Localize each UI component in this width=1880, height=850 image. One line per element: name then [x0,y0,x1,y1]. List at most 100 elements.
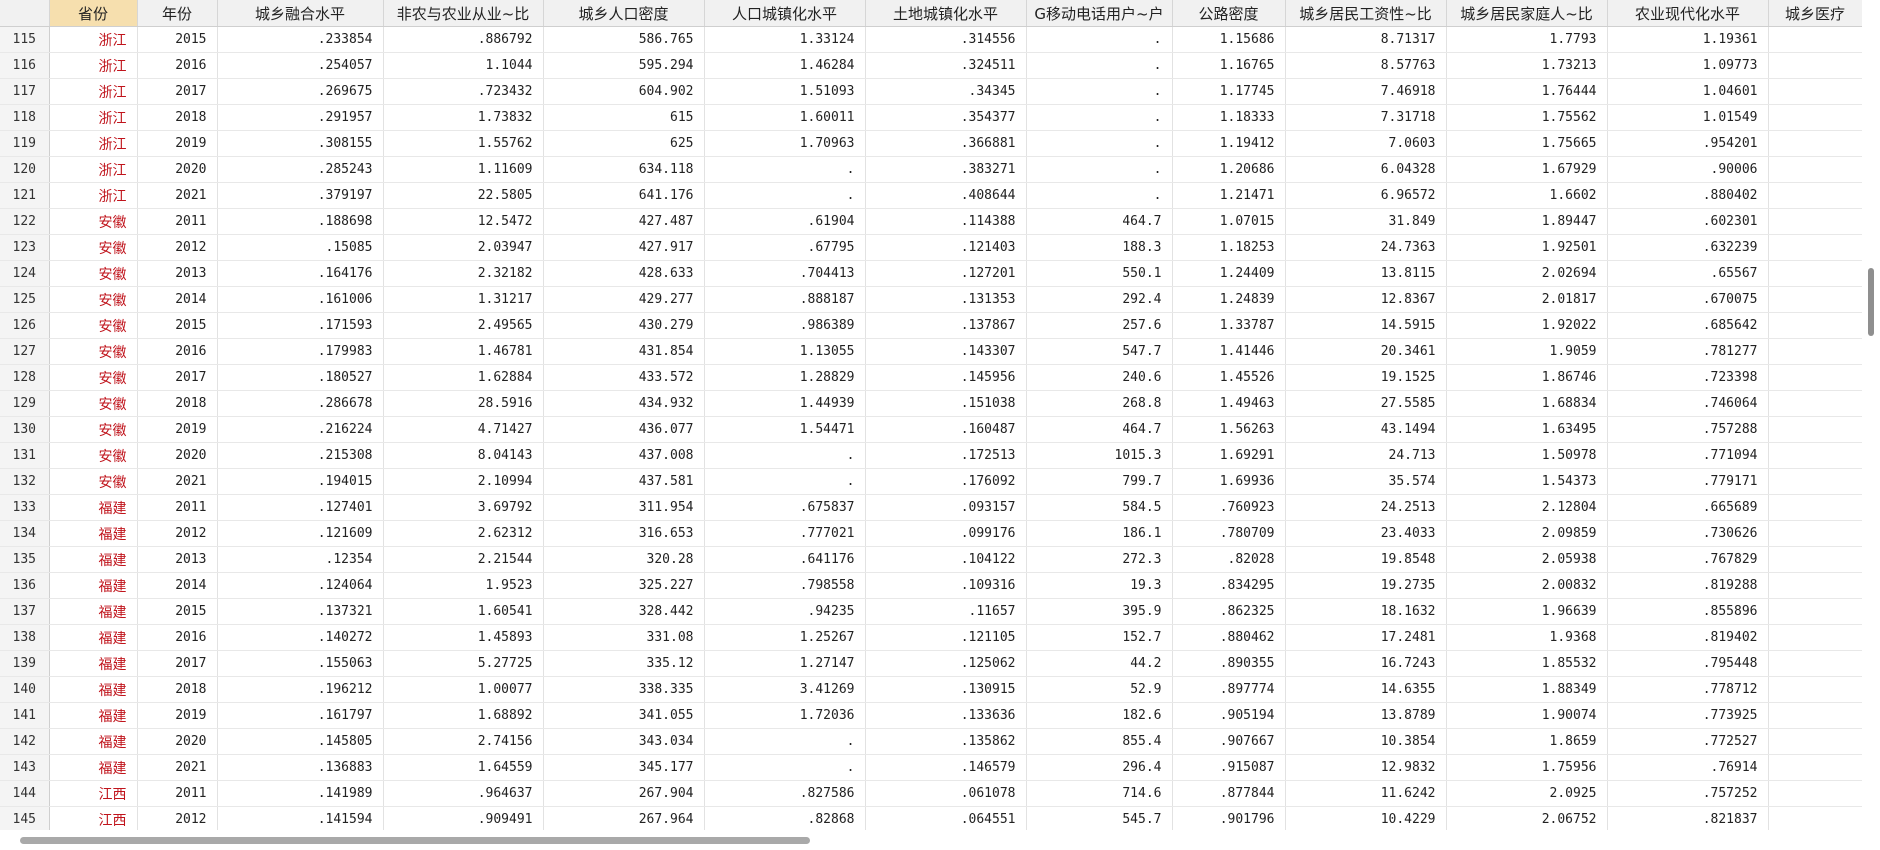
cell-integration[interactable]: .180527 [217,364,384,391]
cell-household_ratio[interactable]: 1.88349 [1446,676,1608,703]
cell-household_ratio[interactable]: 1.92022 [1446,312,1608,339]
cell-pop_urbanization[interactable]: .67795 [704,234,866,261]
table-row[interactable]: 125 安徽 2014.161006 1.31217 429.277.888187.13… [0,286,1862,313]
cell-pop_density[interactable]: 427.487 [543,208,705,235]
table-row[interactable]: 138 福建 2016.140272 1.45893 331.08 1.25267.121… [0,624,1862,651]
row-number[interactable]: 128 [0,364,50,391]
cell-household_ratio[interactable]: 2.06752 [1446,806,1608,830]
cell-pop_urbanization[interactable]: . [704,728,866,755]
cell-integration[interactable]: .161797 [217,702,384,729]
cell-pop_urbanization[interactable]: .94235 [704,598,866,625]
cell-nonfarm_ratio[interactable]: 1.46781 [383,338,544,365]
cell-agri_modernization[interactable]: .65567 [1607,260,1769,287]
cell-nonfarm_ratio[interactable]: 1.1044 [383,52,544,79]
cell-mobile_users[interactable]: 545.7 [1026,806,1173,830]
cell-integration[interactable]: .291957 [217,104,384,131]
cell-nonfarm_ratio[interactable]: 1.64559 [383,754,544,781]
cell-agri_modernization[interactable]: .819402 [1607,624,1769,651]
cell-mobile_users[interactable]: 855.4 [1026,728,1173,755]
cell-agri_modernization[interactable]: .757288 [1607,416,1769,443]
cell-road_density[interactable]: .890355 [1172,650,1286,677]
cell-road_density[interactable]: .82028 [1172,546,1286,573]
row-number[interactable]: 127 [0,338,50,365]
table-row[interactable]: 141 福建 2019.161797 1.68892 341.055 1.72036.13… [0,702,1862,729]
cell-land_urbanization[interactable]: .131353 [865,286,1027,313]
cell-road_density[interactable]: .880462 [1172,624,1286,651]
cell-nonfarm_ratio[interactable]: 1.00077 [383,676,544,703]
cell-pop_density[interactable]: 320.28 [543,546,705,573]
cell-medical[interactable] [1768,520,1862,547]
row-number[interactable]: 144 [0,780,50,807]
cell-province[interactable]: 浙江 [49,78,138,105]
cell-pop_urbanization[interactable]: 1.54471 [704,416,866,443]
cell-pop_urbanization[interactable]: .641176 [704,546,866,573]
cell-medical[interactable] [1768,624,1862,651]
cell-medical[interactable] [1768,260,1862,287]
cell-year[interactable]: 2011 [137,780,218,807]
cell-household_ratio[interactable]: 2.05938 [1446,546,1608,573]
cell-road_density[interactable]: .834295 [1172,572,1286,599]
table-row[interactable]: 130 安徽 2019.216224 4.71427 436.077 1.54471.16… [0,416,1862,443]
cell-province[interactable]: 安徽 [49,442,138,469]
cell-medical[interactable] [1768,208,1862,235]
cell-year[interactable]: 2012 [137,806,218,830]
cell-mobile_users[interactable]: 272.3 [1026,546,1173,573]
cell-integration[interactable]: .161006 [217,286,384,313]
cell-province[interactable]: 福建 [49,520,138,547]
row-number[interactable]: 126 [0,312,50,339]
cell-land_urbanization[interactable]: .064551 [865,806,1027,830]
column-header-medical[interactable]: 城乡医疗 [1768,0,1862,27]
cell-integration[interactable]: .15085 [217,234,384,261]
row-number[interactable]: 133 [0,494,50,521]
cell-pop_urbanization[interactable]: . [704,754,866,781]
cell-agri_modernization[interactable]: .670075 [1607,286,1769,313]
cell-year[interactable]: 2016 [137,624,218,651]
cell-province[interactable]: 福建 [49,546,138,573]
cell-medical[interactable] [1768,390,1862,417]
row-header-corner[interactable] [0,0,50,27]
cell-mobile_users[interactable]: 240.6 [1026,364,1173,391]
cell-road_density[interactable]: .907667 [1172,728,1286,755]
cell-agri_modernization[interactable]: .778712 [1607,676,1769,703]
cell-land_urbanization[interactable]: .099176 [865,520,1027,547]
cell-medical[interactable] [1768,676,1862,703]
cell-medical[interactable] [1768,442,1862,469]
cell-road_density[interactable]: 1.49463 [1172,390,1286,417]
cell-agri_modernization[interactable]: .771094 [1607,442,1769,469]
row-number[interactable]: 140 [0,676,50,703]
cell-road_density[interactable]: .760923 [1172,494,1286,521]
cell-road_density[interactable]: 1.20686 [1172,156,1286,183]
cell-wage_ratio[interactable]: 12.8367 [1285,286,1447,313]
table-row[interactable]: 135 福建 2013.12354 2.21544 320.28.641176.1041… [0,546,1862,573]
cell-road_density[interactable]: .877844 [1172,780,1286,807]
cell-integration[interactable]: .171593 [217,312,384,339]
cell-wage_ratio[interactable]: 19.2735 [1285,572,1447,599]
cell-medical[interactable] [1768,26,1862,53]
cell-nonfarm_ratio[interactable]: 1.62884 [383,364,544,391]
cell-province[interactable]: 安徽 [49,286,138,313]
cell-land_urbanization[interactable]: .104122 [865,546,1027,573]
cell-pop_density[interactable]: 345.177 [543,754,705,781]
cell-year[interactable]: 2020 [137,442,218,469]
row-number[interactable]: 135 [0,546,50,573]
cell-road_density[interactable]: 1.33787 [1172,312,1286,339]
cell-integration[interactable]: .196212 [217,676,384,703]
cell-land_urbanization[interactable]: .137867 [865,312,1027,339]
cell-nonfarm_ratio[interactable]: 5.27725 [383,650,544,677]
cell-medical[interactable] [1768,572,1862,599]
cell-land_urbanization[interactable]: .114388 [865,208,1027,235]
row-number[interactable]: 141 [0,702,50,729]
table-row[interactable]: 128 安徽 2017.180527 1.62884 433.572 1.28829.14… [0,364,1862,391]
column-header-integration[interactable]: 城乡融合水平 [217,0,384,27]
cell-province[interactable]: 浙江 [49,182,138,209]
horizontal-scrollbar[interactable] [0,830,1862,850]
cell-agri_modernization[interactable]: .76914 [1607,754,1769,781]
column-header-province[interactable]: 省份 [49,0,138,27]
cell-nonfarm_ratio[interactable]: 2.32182 [383,260,544,287]
cell-year[interactable]: 2015 [137,598,218,625]
cell-year[interactable]: 2018 [137,676,218,703]
cell-pop_density[interactable]: 328.442 [543,598,705,625]
cell-pop_density[interactable]: 428.633 [543,260,705,287]
cell-province[interactable]: 浙江 [49,130,138,157]
cell-nonfarm_ratio[interactable]: 1.9523 [383,572,544,599]
